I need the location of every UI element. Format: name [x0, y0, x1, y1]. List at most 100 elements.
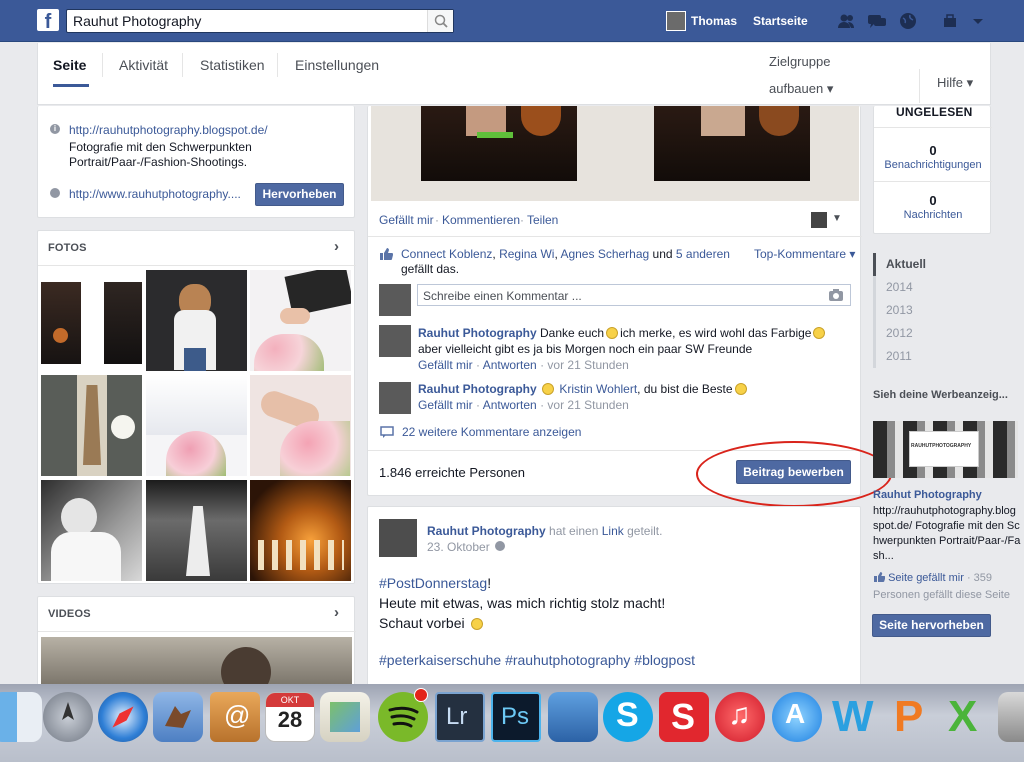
- s-app-icon[interactable]: S: [659, 692, 709, 742]
- excel-icon[interactable]: X: [942, 692, 992, 742]
- photo-thumbnail[interactable]: [250, 480, 351, 581]
- year-item-current[interactable]: Aktuell: [873, 253, 991, 276]
- build-audience-menu[interactable]: Zielgruppe aufbauen ▾: [769, 48, 833, 102]
- photo-thumbnail[interactable]: [146, 480, 247, 581]
- comment-text: , du bist die Beste: [637, 382, 733, 396]
- post-author-link[interactable]: Rauhut Photography: [427, 524, 546, 538]
- hashtag-link[interactable]: #PostDonnerstag: [379, 575, 487, 591]
- liker-link[interactable]: Connect Koblenz: [401, 247, 492, 261]
- comment-time[interactable]: vor 21 Stunden: [547, 358, 628, 372]
- photo-thumbnail[interactable]: [250, 375, 351, 476]
- profile-link[interactable]: Thomas: [691, 14, 737, 28]
- profile-avatar[interactable]: [666, 11, 686, 31]
- post-link-type[interactable]: Link: [602, 524, 624, 538]
- itunes-icon[interactable]: ♫: [715, 692, 765, 742]
- search-icon[interactable]: [427, 10, 453, 32]
- comment-like-link[interactable]: Gefällt mir: [418, 358, 473, 372]
- help-menu[interactable]: Hilfe ▾: [937, 75, 973, 91]
- year-item[interactable]: 2011: [873, 345, 991, 368]
- messages-count: 0: [929, 193, 937, 208]
- comment-time[interactable]: vor 21 Stunden: [547, 398, 628, 412]
- comment-action[interactable]: Kommentieren: [442, 213, 520, 227]
- safari-icon[interactable]: [98, 692, 148, 742]
- messages-link[interactable]: Nachrichten: [874, 209, 992, 221]
- comment-avatar[interactable]: [379, 382, 411, 414]
- post-as-chevron-icon[interactable]: ▼: [832, 213, 842, 224]
- photos-heading[interactable]: FOTOS: [48, 242, 87, 254]
- tab-aktivitaet[interactable]: Aktivität: [119, 57, 168, 73]
- comment-reply-link[interactable]: Antworten: [483, 398, 537, 412]
- photo-thumbnail[interactable]: [146, 270, 247, 371]
- lightroom-icon[interactable]: Lr: [435, 692, 485, 742]
- powerpoint-icon[interactable]: P: [886, 692, 936, 742]
- post-card-2: Rauhut Photography hat einen Link geteil…: [367, 506, 861, 686]
- comment-reply-link[interactable]: Antworten: [483, 358, 537, 372]
- word-icon[interactable]: W: [828, 692, 878, 742]
- tab-einstellungen[interactable]: Einstellungen: [295, 57, 379, 73]
- photo-thumbnail[interactable]: [41, 270, 142, 371]
- tab-seite[interactable]: Seite: [53, 57, 86, 73]
- comment-author[interactable]: Rauhut Photography: [418, 326, 537, 340]
- comment-author[interactable]: Rauhut Photography: [418, 382, 537, 396]
- maps-icon[interactable]: [320, 692, 370, 742]
- globe-icon[interactable]: [495, 541, 505, 551]
- scanner-app-icon[interactable]: [548, 692, 598, 742]
- spotify-icon[interactable]: [378, 688, 428, 742]
- liker-link[interactable]: Regina Wi: [499, 247, 554, 261]
- videos-chevron-icon[interactable]: ›: [334, 604, 339, 621]
- facebook-logo[interactable]: f: [37, 9, 59, 31]
- notifications-link[interactable]: Benachrichtigungen: [874, 159, 992, 171]
- like-action[interactable]: Gefällt mir: [379, 213, 434, 227]
- privacy-shortcuts-icon[interactable]: [942, 12, 962, 30]
- ad-image[interactable]: RAUHUTPHOTOGRAPHY: [873, 421, 1018, 478]
- tagged-user-link[interactable]: Kristin Wohlert: [559, 382, 637, 396]
- hashtags-link[interactable]: #peterkaiserschuhe #rauhutphotography #b…: [379, 652, 695, 668]
- year-item[interactable]: 2013: [873, 299, 991, 322]
- promote-page-button[interactable]: Seite hervorheben: [872, 614, 991, 637]
- comment-like-link[interactable]: Gefällt mir: [418, 398, 473, 412]
- photo-thumbnail[interactable]: [41, 375, 142, 476]
- system-preferences-icon[interactable]: [998, 692, 1024, 742]
- home-link[interactable]: Startseite: [753, 14, 808, 28]
- finder-icon[interactable]: [0, 692, 42, 742]
- website-link[interactable]: http://rauhutphotography.blogspot.de/: [69, 123, 268, 137]
- comment-input[interactable]: Schreibe einen Kommentar ...: [417, 284, 851, 306]
- account-settings-chevron-icon[interactable]: [968, 12, 988, 30]
- friend-requests-icon[interactable]: [836, 12, 856, 30]
- videos-heading[interactable]: VIDEOS: [48, 608, 91, 620]
- share-action[interactable]: Teilen: [527, 213, 558, 227]
- contacts-icon[interactable]: @: [210, 692, 260, 742]
- more-comments-link[interactable]: 22 weitere Kommentare anzeigen: [402, 425, 581, 439]
- mail-icon[interactable]: [153, 692, 203, 742]
- post-as-avatar[interactable]: [811, 212, 827, 228]
- skype-icon[interactable]: S: [603, 692, 653, 742]
- highlight-button[interactable]: Hervorheben: [255, 183, 344, 206]
- launchpad-icon[interactable]: [43, 692, 93, 742]
- post-author-avatar[interactable]: [379, 519, 417, 557]
- post-photo[interactable]: [371, 106, 859, 201]
- comment-avatar[interactable]: [379, 325, 411, 357]
- camera-icon[interactable]: [828, 288, 844, 305]
- likes-others-link[interactable]: 5 anderen: [676, 247, 730, 261]
- ad-page-link[interactable]: Rauhut Photography: [873, 489, 982, 501]
- calendar-icon[interactable]: OKT 28: [265, 692, 315, 742]
- tab-statistiken[interactable]: Statistiken: [200, 57, 265, 73]
- photo-thumbnail[interactable]: [41, 480, 142, 581]
- ad-preview-title[interactable]: Sieh deine Werbeanzeig...: [873, 389, 1008, 401]
- year-item[interactable]: 2014: [873, 276, 991, 299]
- messages-icon[interactable]: [867, 12, 887, 30]
- ad-like-row: Seite gefällt mir · 359: [873, 571, 992, 584]
- photo-thumbnail[interactable]: [146, 375, 247, 476]
- search-input[interactable]: Rauhut Photography: [66, 9, 454, 33]
- photos-chevron-icon[interactable]: ›: [334, 238, 339, 255]
- ad-like-link[interactable]: Seite gefällt mir: [888, 572, 964, 584]
- post-date[interactable]: 23. Oktober: [427, 540, 490, 554]
- photoshop-icon[interactable]: Ps: [491, 692, 541, 742]
- top-comments-dropdown[interactable]: Top-Kommentare ▾: [754, 247, 855, 261]
- photo-thumbnail[interactable]: [250, 270, 351, 371]
- liker-link[interactable]: Agnes Scherhag: [560, 247, 649, 261]
- website-link-2[interactable]: http://www.rauhutphotography....: [69, 187, 241, 201]
- app-store-icon[interactable]: A: [772, 692, 822, 742]
- year-item[interactable]: 2012: [873, 322, 991, 345]
- notifications-globe-icon[interactable]: [898, 12, 918, 30]
